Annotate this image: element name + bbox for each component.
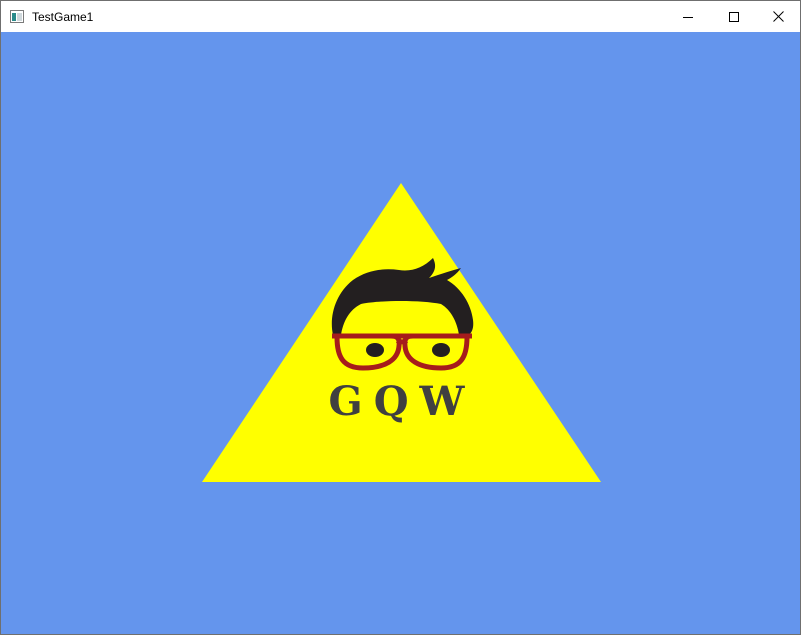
right-eye	[432, 343, 450, 357]
minimize-icon	[683, 16, 693, 18]
close-button[interactable]	[757, 1, 800, 32]
maximize-icon	[729, 11, 739, 22]
window-title: TestGame1	[32, 10, 94, 24]
left-eye	[366, 343, 384, 357]
minimize-button[interactable]	[665, 1, 711, 32]
game-window: TestGame1 GQW	[0, 0, 801, 635]
app-icon	[10, 10, 24, 23]
scene: GQW	[1, 32, 800, 634]
maximize-button[interactable]	[711, 1, 757, 32]
logo-text: GQW	[329, 378, 476, 425]
game-canvas[interactable]: GQW	[1, 32, 800, 634]
close-icon	[773, 11, 784, 22]
title-bar[interactable]: TestGame1	[1, 1, 800, 32]
